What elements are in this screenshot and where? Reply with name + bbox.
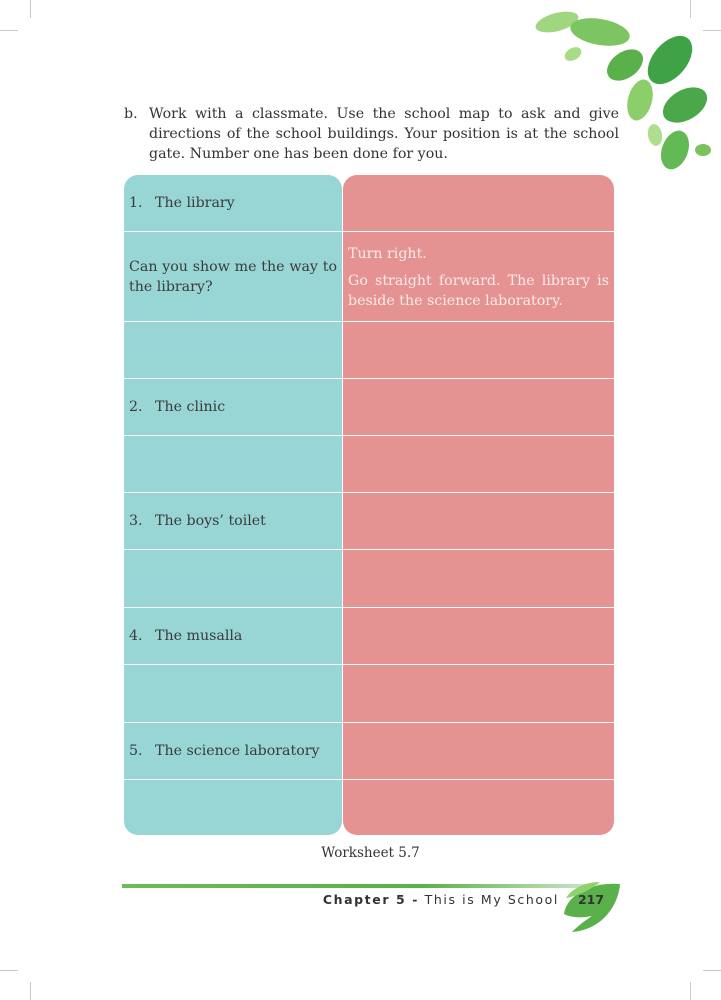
- question-text: Can you show me the way to the library?: [129, 258, 337, 295]
- answer-cell[interactable]: [343, 779, 614, 835]
- instruction: b. Work with a classmate. Use the school…: [124, 104, 619, 164]
- table-row: 5. The science laboratory: [124, 722, 342, 779]
- item-number: 2.: [129, 399, 143, 415]
- place-name: The musalla: [155, 628, 243, 644]
- page-number: 217: [577, 892, 605, 907]
- crop-mark: [690, 982, 691, 1000]
- worksheet-table: 1. The library Can you show me the way to…: [124, 175, 614, 835]
- table-row: 2. The clinic: [124, 378, 342, 435]
- table-row: 1. The library: [124, 175, 342, 231]
- answer-line: Turn right.: [348, 246, 427, 262]
- answer-cell[interactable]: [343, 321, 614, 378]
- table-row: Can you show me the way to the library?: [124, 231, 342, 321]
- item-number: 3.: [129, 513, 143, 529]
- chapter-title: This is My School: [424, 892, 559, 907]
- answer-cell[interactable]: [343, 378, 614, 435]
- footer-chapter: Chapter 5 - This is My School: [323, 892, 559, 907]
- answer-cell: Turn right. Go straight forward. The lib…: [343, 231, 614, 321]
- worksheet-caption: Worksheet 5.7: [321, 845, 420, 861]
- crop-mark: [0, 970, 18, 971]
- chapter-label: Chapter 5 -: [322, 892, 420, 907]
- answer-column: Turn right. Go straight forward. The lib…: [343, 175, 614, 835]
- answer-cell[interactable]: [343, 664, 614, 722]
- answer-cell[interactable]: [343, 607, 614, 664]
- answer-line: Go straight forward. The library is besi…: [348, 273, 609, 309]
- answer-cell[interactable]: [343, 175, 614, 231]
- place-name: The science laboratory: [155, 743, 320, 759]
- table-row[interactable]: [124, 435, 342, 492]
- table-row[interactable]: [124, 549, 342, 607]
- table-row[interactable]: [124, 779, 342, 835]
- table-row: 3. The boys’ toilet: [124, 492, 342, 549]
- instruction-marker: b.: [124, 106, 138, 122]
- table-row[interactable]: [124, 321, 342, 378]
- footer-divider: [122, 884, 620, 888]
- item-number: 4.: [129, 628, 143, 644]
- instruction-text: Work with a classmate. Use the school ma…: [149, 106, 619, 162]
- crop-mark: [703, 970, 721, 971]
- place-name: The clinic: [155, 399, 226, 415]
- answer-cell[interactable]: [343, 435, 614, 492]
- place-name: The boys’ toilet: [155, 513, 266, 529]
- crop-mark: [30, 982, 31, 1000]
- answer-cell[interactable]: [343, 722, 614, 779]
- table-row[interactable]: [124, 664, 342, 722]
- question-column: 1. The library Can you show me the way to…: [124, 175, 342, 835]
- answer-cell[interactable]: [343, 492, 614, 549]
- crop-mark: [0, 30, 18, 31]
- place-name: The library: [155, 195, 235, 211]
- answer-cell[interactable]: [343, 549, 614, 607]
- page-leaf-icon: [564, 882, 620, 932]
- crop-mark: [30, 0, 31, 18]
- item-number: 5.: [129, 743, 143, 759]
- table-row: 4. The musalla: [124, 607, 342, 664]
- item-number: 1.: [129, 195, 143, 211]
